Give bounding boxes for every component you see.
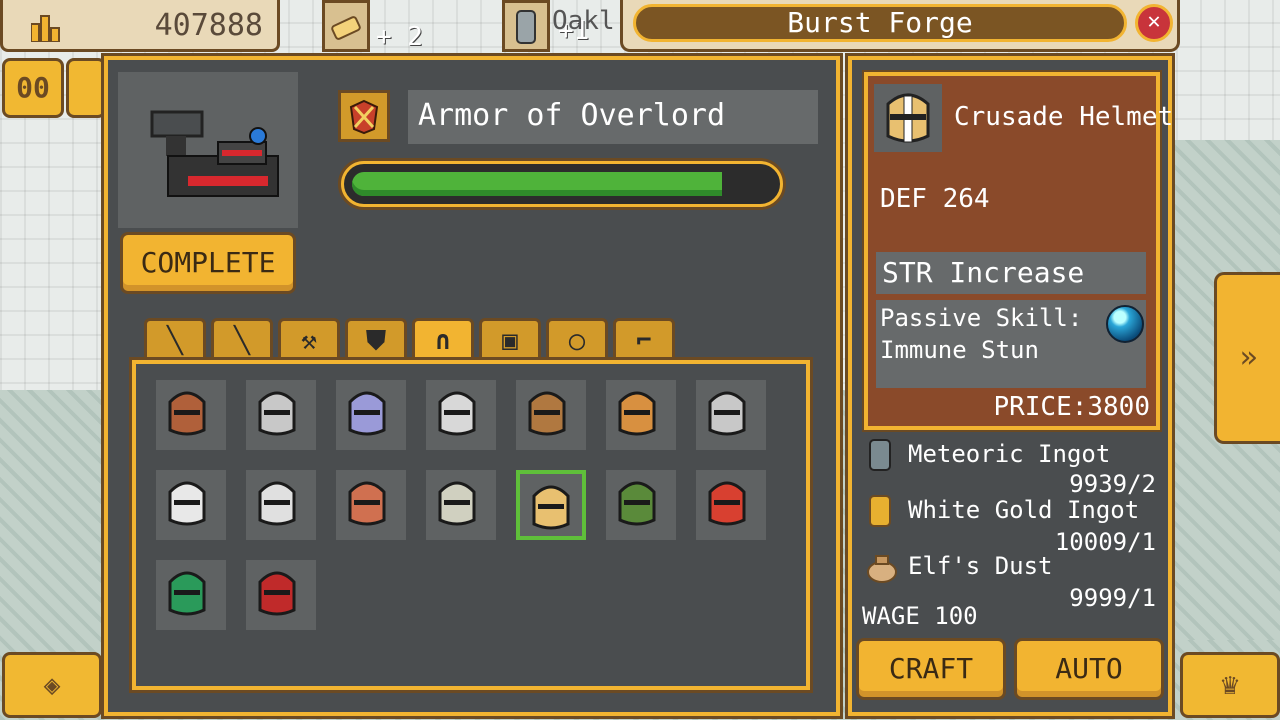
tab-ring[interactable]: ◯ bbox=[546, 318, 608, 362]
helmet-slot[interactable] bbox=[246, 470, 316, 540]
item-skill: Passive Skill: Immune Stun bbox=[876, 300, 1146, 388]
crusade-helmet-icon bbox=[886, 93, 930, 143]
crimson-helm-icon bbox=[258, 571, 296, 616]
gold-counter: 407888 bbox=[0, 0, 280, 52]
crown-icon: ♛ bbox=[1220, 667, 1240, 702]
emerald-helm-icon bbox=[168, 571, 206, 616]
leather-hood-icon bbox=[168, 391, 206, 436]
chain-coif-icon bbox=[438, 391, 476, 436]
recipe-name: Armor of Overlord bbox=[408, 90, 818, 144]
tab-axe[interactable]: ⚒ bbox=[278, 318, 340, 362]
tab-armor[interactable]: ▣ bbox=[479, 318, 541, 362]
complete-button[interactable]: COMPLETE bbox=[120, 232, 296, 294]
helmet-slot[interactable] bbox=[156, 470, 226, 540]
item-stat: DEF 264 bbox=[880, 184, 990, 214]
helmet-slot[interactable] bbox=[426, 380, 496, 450]
helmet-slot[interactable] bbox=[246, 380, 316, 450]
forge-preview bbox=[118, 72, 298, 228]
helmet-slot[interactable] bbox=[606, 470, 676, 540]
item-name: Crusade Helmet bbox=[954, 102, 1174, 132]
helmet-icon: ∩ bbox=[435, 326, 451, 356]
brown-hood-icon bbox=[528, 391, 566, 436]
material-name: Meteoric Ingot bbox=[908, 440, 1111, 468]
forge-machine-icon bbox=[150, 110, 279, 197]
helmet-slot[interactable] bbox=[156, 560, 226, 630]
recipe-item-slot bbox=[338, 90, 390, 142]
iron-helm-icon bbox=[258, 391, 296, 436]
silver-helm-icon bbox=[438, 481, 476, 526]
material-slot-ingot[interactable] bbox=[502, 0, 550, 52]
item-ability: STR Increase lv5 bbox=[876, 252, 1146, 331]
tab-shield[interactable]: ⛊ bbox=[345, 318, 407, 362]
crusade-helmet-icon bbox=[532, 485, 570, 530]
close-button[interactable]: ✕ bbox=[1135, 4, 1173, 42]
copper-helm-icon bbox=[348, 481, 386, 526]
armor-icon: ▣ bbox=[502, 326, 518, 356]
tab-pickaxe[interactable]: ⌐ bbox=[613, 318, 675, 362]
forge-progress-fill bbox=[352, 172, 722, 196]
tab-sword[interactable]: ╲ bbox=[144, 318, 206, 362]
demon-helm-icon bbox=[708, 481, 746, 526]
material-name: Elf's Dust bbox=[908, 552, 1053, 580]
dice-button[interactable]: ◈ bbox=[2, 652, 102, 718]
material-qty: 9999/1 bbox=[1069, 584, 1156, 612]
pause-button[interactable]: 00 bbox=[2, 58, 64, 118]
shield-icon: ⛊ bbox=[366, 326, 386, 356]
skill-title: Passive Skill: bbox=[880, 304, 1083, 332]
dust-bag-icon bbox=[867, 555, 897, 583]
axe-icon: ⚒ bbox=[301, 326, 317, 356]
material-qty: 9939/2 bbox=[1069, 470, 1156, 498]
bronze-mask-icon bbox=[618, 391, 656, 436]
tab-helmet[interactable]: ∩ bbox=[412, 318, 474, 362]
wage-label: WAGE 100 bbox=[862, 602, 978, 630]
helmet-slot[interactable] bbox=[336, 470, 406, 540]
ingot-icon bbox=[516, 10, 536, 44]
material-name: White Gold Ingot bbox=[908, 496, 1140, 524]
helmet-slot[interactable] bbox=[606, 380, 676, 450]
crown-button[interactable]: ♛ bbox=[1180, 652, 1280, 718]
helmet-slot[interactable] bbox=[246, 560, 316, 630]
spear-icon: ╲ bbox=[234, 326, 250, 356]
helmet-slot[interactable] bbox=[696, 470, 766, 540]
helmet-slot[interactable] bbox=[696, 380, 766, 450]
selected-item-slot bbox=[874, 84, 942, 152]
helmet-slot[interactable] bbox=[336, 380, 406, 450]
helmet-slot[interactable] bbox=[516, 470, 586, 540]
next-button[interactable]: » bbox=[1214, 272, 1280, 444]
pause-label: 00 bbox=[16, 71, 50, 104]
tab-spear[interactable]: ╲ bbox=[211, 318, 273, 362]
partial-text: Oakl bbox=[552, 6, 615, 36]
title-bar: Burst Forge ✕ bbox=[620, 0, 1180, 52]
goblin-helm-icon bbox=[618, 481, 656, 526]
material-slot-scroll[interactable] bbox=[322, 0, 370, 52]
pickaxe-icon: ⌐ bbox=[636, 326, 652, 356]
scroll-icon bbox=[331, 16, 361, 40]
material-count-scroll: + 2 bbox=[376, 22, 423, 52]
ring-icon: ◯ bbox=[569, 326, 585, 356]
side-button-2[interactable] bbox=[66, 58, 106, 118]
knight-helm-icon bbox=[708, 391, 746, 436]
forge-progress-bar bbox=[338, 158, 786, 210]
gold-stack-icon bbox=[31, 15, 60, 42]
helmet-slot[interactable] bbox=[426, 470, 496, 540]
skill-orb-icon bbox=[1106, 305, 1144, 343]
item-price: PRICE:3800 bbox=[993, 392, 1150, 422]
close-icon: ✕ bbox=[1147, 9, 1161, 34]
auto-button[interactable]: AUTO bbox=[1014, 638, 1164, 700]
skull-mask-icon bbox=[258, 481, 296, 526]
white-gold-ingot-icon bbox=[869, 495, 891, 527]
sword-icon: ╲ bbox=[167, 326, 183, 356]
white-hood-icon bbox=[168, 481, 206, 526]
helmet-slot[interactable] bbox=[156, 380, 226, 450]
armor-recipe-icon bbox=[349, 99, 379, 135]
skill-name: Immune Stun bbox=[880, 336, 1039, 364]
plumed-helm-icon bbox=[348, 391, 386, 436]
dice-icon: ◈ bbox=[43, 668, 61, 701]
gold-value: 407888 bbox=[154, 8, 263, 43]
fast-forward-icon: » bbox=[1239, 340, 1258, 375]
craft-button[interactable]: CRAFT bbox=[856, 638, 1006, 700]
helmet-slot[interactable] bbox=[516, 380, 586, 450]
meteoric-ingot-icon bbox=[869, 439, 891, 471]
page-title: Burst Forge bbox=[633, 4, 1127, 42]
